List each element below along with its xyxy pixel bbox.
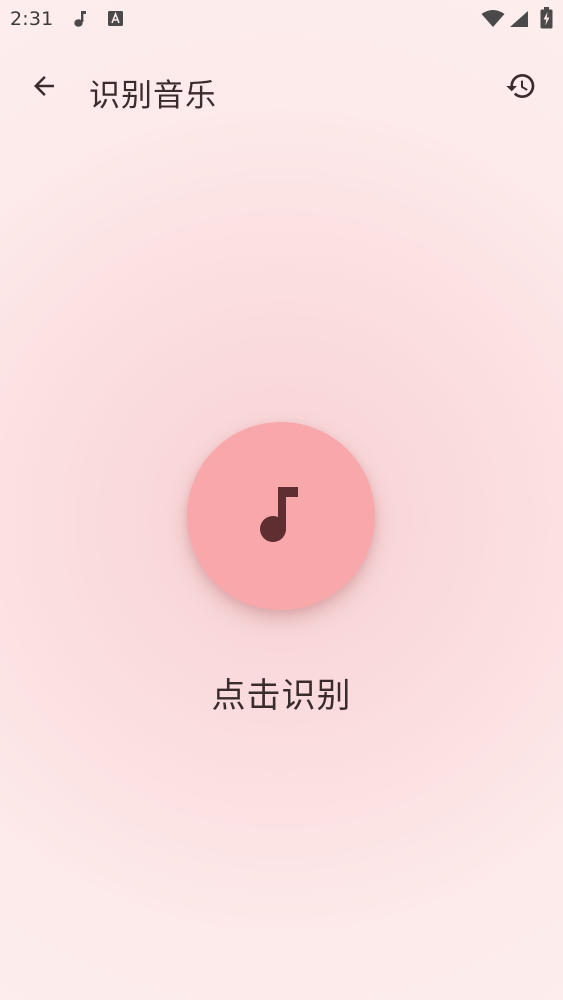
music-note-notification-icon (72, 10, 88, 32)
text-a-notification-icon (107, 10, 124, 31)
status-time: 2:31 (10, 8, 54, 30)
history-button[interactable] (499, 66, 543, 110)
arrow-back-icon (29, 71, 59, 105)
battery-icon (540, 7, 553, 33)
back-button[interactable] (22, 66, 66, 110)
cellular-signal-icon (509, 10, 529, 32)
wifi-icon (481, 10, 505, 32)
app-bar: 识别音乐 (0, 58, 563, 118)
tap-to-recognize-label: 点击识别 (211, 676, 352, 716)
music-note-icon (251, 479, 311, 553)
page-title: 识别音乐 (89, 78, 217, 114)
recognize-music-button[interactable] (187, 422, 375, 610)
history-icon (505, 70, 537, 106)
status-bar: 2:31 (0, 0, 563, 38)
